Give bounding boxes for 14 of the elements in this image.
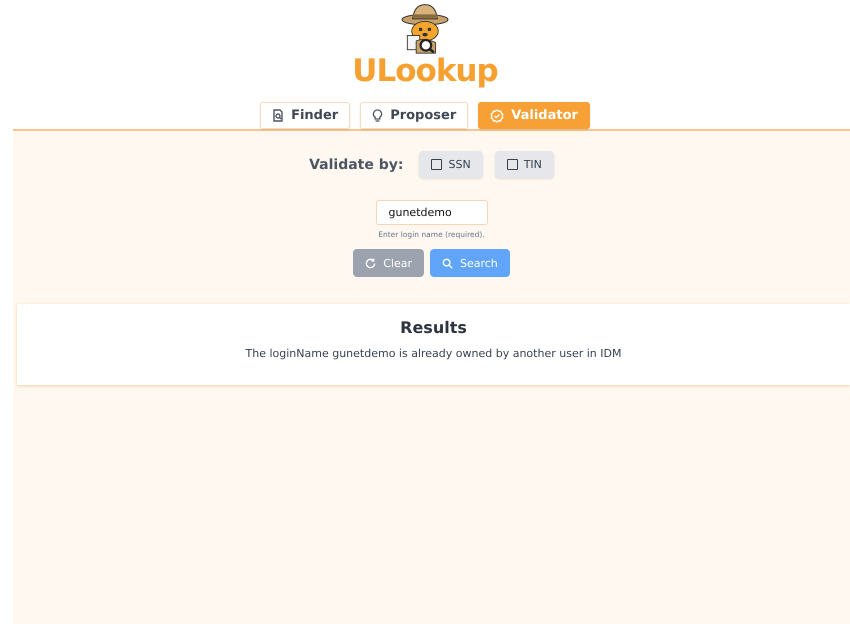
refresh-icon [365,258,376,268]
results-message: The loginName gunetdemo is already owned by another user in IDM [246,347,622,360]
tab[interactable]: Finder [260,102,350,129]
logo-text: ULookup [352,53,498,89]
login-name-input[interactable]: gunetdemo [376,200,488,225]
checkbox-button[interactable]: TIN [494,151,554,178]
badge-check-icon [490,108,504,122]
tab[interactable]: Proposer [360,102,468,129]
results-title: Results [400,318,467,337]
search-icon [442,258,453,268]
checkbox-button[interactable]: SSN [419,151,483,178]
document-search-icon [272,109,284,122]
validate-by-label: Validate by: [309,156,404,172]
lightbulb-icon [372,108,384,122]
